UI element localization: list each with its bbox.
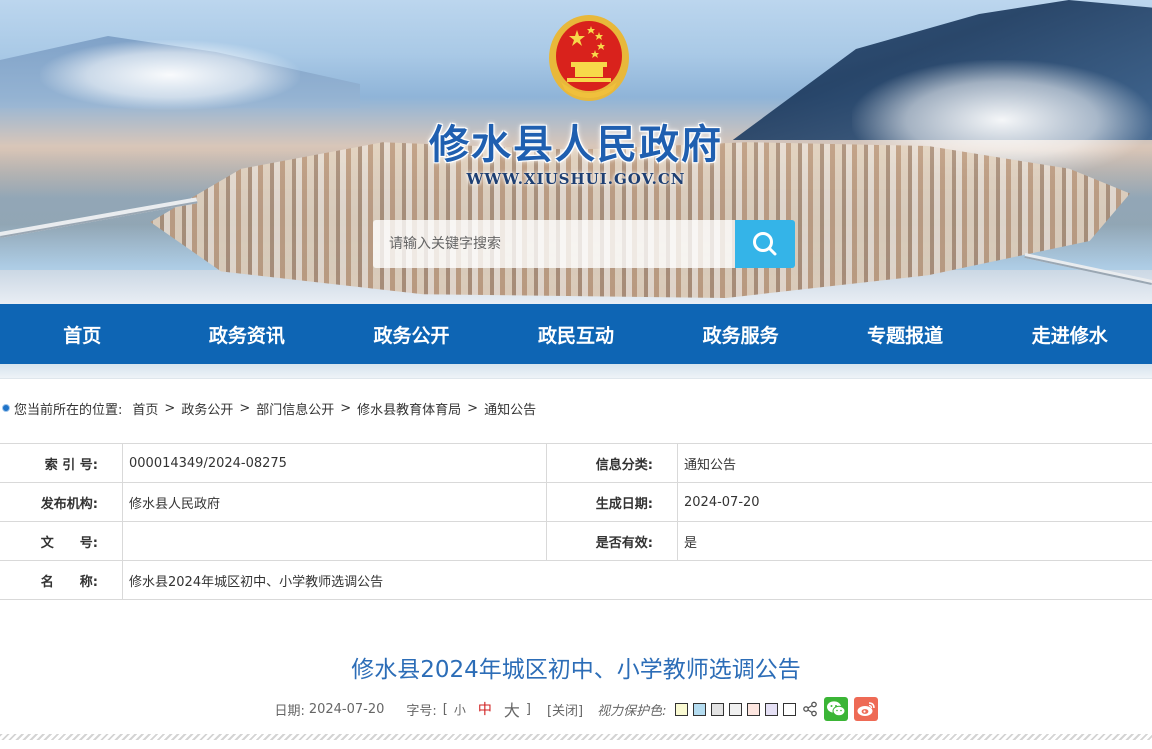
table-row: 文 号: 是否有效: 是 bbox=[0, 522, 1152, 561]
validity-value: 是 bbox=[684, 535, 698, 551]
document-info-table: 索 引 号: 000014349/2024-08275 信息分类: 通知公告 发… bbox=[0, 443, 1152, 600]
main-nav: 首页 政务资讯 政务公开 政民互动 政务服务 专题报道 走进修水 bbox=[0, 304, 1152, 364]
nav-item-news[interactable]: 政务资讯 bbox=[165, 304, 330, 364]
nav-item-about[interactable]: 走进修水 bbox=[987, 304, 1152, 364]
share-icon[interactable] bbox=[802, 701, 818, 717]
doc-number-label: 文 号: bbox=[0, 522, 123, 560]
content-divider bbox=[0, 734, 1152, 740]
font-size-small-button[interactable]: 小 bbox=[454, 701, 466, 718]
location-icon bbox=[2, 404, 10, 412]
banner-cloud bbox=[40, 40, 300, 110]
font-size-label: 字号: bbox=[406, 703, 437, 719]
breadcrumb-item-home[interactable]: 首页 bbox=[132, 399, 158, 418]
nav-item-topics[interactable]: 专题报道 bbox=[823, 304, 988, 364]
category-value: 通知公告 bbox=[684, 457, 737, 473]
eye-color-swatch-white[interactable] bbox=[782, 702, 796, 716]
weibo-icon bbox=[857, 702, 875, 716]
search-button[interactable] bbox=[735, 220, 795, 268]
eye-color-swatch-light-gray[interactable] bbox=[728, 702, 742, 716]
breadcrumb-item-dept-info[interactable]: 部门信息公开 bbox=[256, 399, 334, 418]
wechat-icon bbox=[826, 701, 846, 717]
breadcrumb-item-education-bureau[interactable]: 修水县教育体育局 bbox=[357, 399, 461, 418]
article-meta-bar: 日期: 2024-07-20 字号: [ 小 中 大 ] [关闭] 视力保护色: bbox=[0, 696, 1152, 722]
breadcrumb-item-public-info[interactable]: 政务公开 bbox=[181, 399, 233, 418]
font-size-medium-button[interactable]: 中 bbox=[478, 699, 492, 719]
nav-item-public-info[interactable]: 政务公开 bbox=[329, 304, 494, 364]
doc-number-value bbox=[123, 522, 547, 560]
breadcrumb-prefix: 您当前所在的位置: bbox=[14, 402, 123, 418]
date-meta-value: 2024-07-20 bbox=[308, 701, 385, 717]
weibo-share-button[interactable] bbox=[853, 697, 878, 721]
eye-color-swatch-blue[interactable] bbox=[692, 702, 706, 716]
wechat-share-button[interactable] bbox=[823, 697, 848, 721]
nav-item-interaction[interactable]: 政民互动 bbox=[494, 304, 659, 364]
eye-color-swatch-gray[interactable] bbox=[710, 702, 724, 716]
breadcrumb: 您当前所在的位置: 首页 > 政务公开 > 部门信息公开 > 修水县教育体育局 … bbox=[0, 395, 1152, 421]
date-value: 2024-07-20 bbox=[684, 494, 760, 510]
header-banner: 修水县人民政府 WWW.XIUSHUI.GOV.CN bbox=[0, 0, 1152, 304]
search-input[interactable] bbox=[373, 220, 735, 268]
font-size-bracket-open: [ bbox=[442, 701, 448, 717]
breadcrumb-separator: > bbox=[164, 400, 176, 416]
validity-label: 是否有效: bbox=[547, 522, 678, 560]
breadcrumb-separator: > bbox=[467, 400, 479, 416]
nav-item-home[interactable]: 首页 bbox=[0, 304, 165, 364]
publisher-value: 修水县人民政府 bbox=[123, 483, 547, 521]
doc-name-label: 名 称: bbox=[0, 561, 123, 599]
breadcrumb-separator: > bbox=[340, 400, 352, 416]
table-row: 发布机构: 修水县人民政府 生成日期: 2024-07-20 bbox=[0, 483, 1152, 522]
nav-decor-strip bbox=[0, 364, 1152, 379]
index-label: 索 引 号: bbox=[0, 444, 123, 482]
nav-item-services[interactable]: 政务服务 bbox=[658, 304, 823, 364]
eye-color-swatch-lavender[interactable] bbox=[764, 702, 778, 716]
date-meta-label: 日期: bbox=[274, 703, 305, 719]
date-label: 生成日期: bbox=[547, 483, 678, 521]
table-row: 索 引 号: 000014349/2024-08275 信息分类: 通知公告 bbox=[0, 444, 1152, 483]
site-url: WWW.XIUSHUI.GOV.CN bbox=[466, 170, 686, 188]
search-icon bbox=[753, 232, 777, 256]
index-value: 000014349/2024-08275 bbox=[123, 444, 547, 482]
font-size-bracket-close: ] bbox=[525, 701, 531, 717]
eye-color-swatch-pink[interactable] bbox=[746, 702, 760, 716]
eye-protection-label: 视力保护色: bbox=[597, 703, 667, 719]
breadcrumb-separator: > bbox=[239, 400, 251, 416]
eye-color-swatch-yellow[interactable] bbox=[674, 702, 688, 716]
close-page-button[interactable]: [关闭] bbox=[547, 700, 583, 719]
table-row: 名 称: 修水县2024年城区初中、小学教师选调公告 bbox=[0, 561, 1152, 600]
breadcrumb-item-notices[interactable]: 通知公告 bbox=[484, 399, 536, 418]
article-title: 修水县2024年城区初中、小学教师选调公告 bbox=[351, 657, 801, 683]
search-bar bbox=[373, 220, 795, 268]
doc-name-value: 修水县2024年城区初中、小学教师选调公告 bbox=[129, 574, 384, 590]
font-size-large-button[interactable]: 大 bbox=[504, 697, 520, 721]
national-emblem-icon bbox=[549, 15, 629, 101]
site-title: 修水县人民政府 bbox=[429, 121, 723, 168]
category-label: 信息分类: bbox=[547, 444, 678, 482]
publisher-label: 发布机构: bbox=[0, 483, 123, 521]
